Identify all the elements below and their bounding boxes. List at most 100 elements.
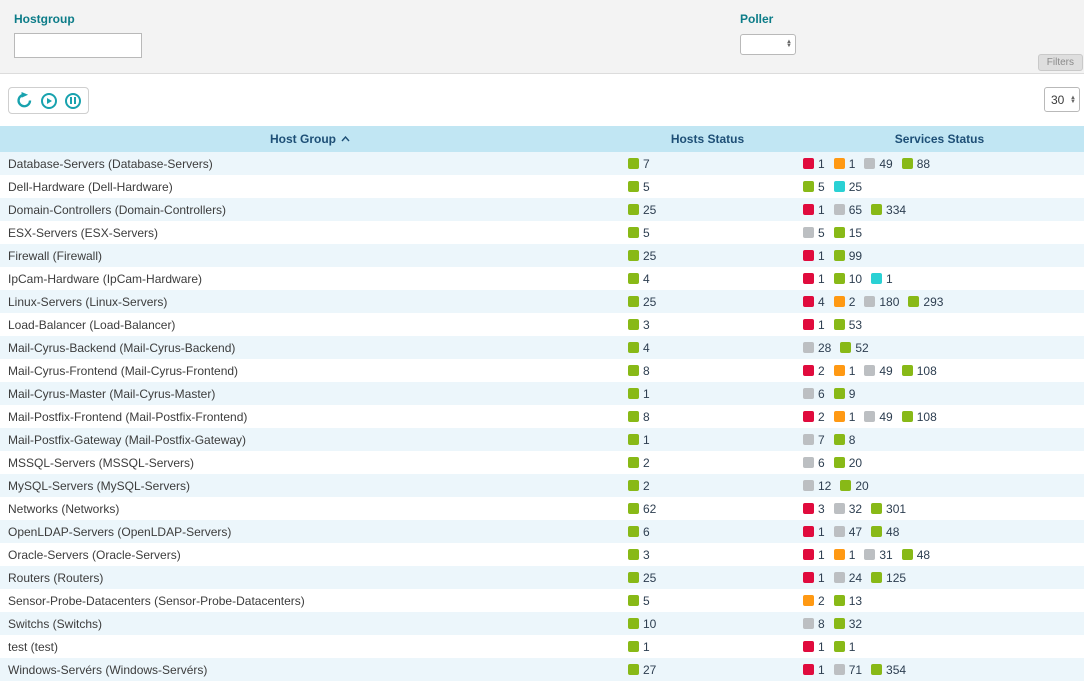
status-count: 2 [818, 594, 825, 608]
hosts-status-cell: 5 [620, 175, 795, 198]
services-status-cell: 525 [795, 175, 1084, 198]
hosts-status-cell: 3 [620, 543, 795, 566]
status-badge-green [834, 273, 845, 284]
hostgroup-name-link[interactable]: Domain-Controllers (Domain-Controllers) [0, 198, 620, 221]
sort-asc-icon [341, 136, 350, 142]
hostgroup-name-link[interactable]: IpCam-Hardware (IpCam-Hardware) [0, 267, 620, 290]
play-button[interactable] [40, 92, 57, 109]
services-status-cell: 515 [795, 221, 1084, 244]
status-badge-green [628, 480, 639, 491]
table-row: OpenLDAP-Servers (OpenLDAP-Servers)61474… [0, 520, 1084, 543]
filters-button[interactable]: Filters [1038, 54, 1083, 71]
status-count: 354 [886, 663, 906, 677]
status-badge-green [871, 503, 882, 514]
hostgroup-name-link[interactable]: ESX-Servers (ESX-Servers) [0, 221, 620, 244]
status-count: 108 [917, 364, 937, 378]
status-badge-cyan [834, 181, 845, 192]
hostgroup-name-link[interactable]: MySQL-Servers (MySQL-Servers) [0, 474, 620, 497]
services-status-cell: 199 [795, 244, 1084, 267]
services-status-cell: 69 [795, 382, 1084, 405]
status-count: 293 [923, 295, 943, 309]
status-count: 6 [818, 456, 825, 470]
status-count: 25 [643, 203, 656, 217]
hostgroup-name-link[interactable]: Linux-Servers (Linux-Servers) [0, 290, 620, 313]
hostgroup-name-link[interactable]: Dell-Hardware (Dell-Hardware) [0, 175, 620, 198]
hostgroup-input[interactable] [14, 33, 142, 58]
status-badge-red [803, 273, 814, 284]
status-badge-red [803, 296, 814, 307]
status-badge-green [628, 572, 639, 583]
hostgroup-name-link[interactable]: Mail-Postfix-Frontend (Mail-Postfix-Fron… [0, 405, 620, 428]
refresh-button[interactable] [16, 92, 33, 109]
status-count: 5 [643, 226, 650, 240]
status-badge-green [834, 319, 845, 330]
status-count: 1 [643, 387, 650, 401]
services-status-cell: 78 [795, 428, 1084, 451]
table-row: Mail-Cyrus-Master (Mail-Cyrus-Master) 1 69 [0, 382, 1084, 405]
status-badge-green [902, 158, 913, 169]
status-count: 1 [818, 157, 825, 171]
table-row: MSSQL-Servers (MSSQL-Servers)2620 [0, 451, 1084, 474]
status-count: 8 [818, 617, 825, 631]
status-badge-green [628, 434, 639, 445]
status-badge-green [628, 595, 639, 606]
status-count: 47 [849, 525, 862, 539]
hosts-status-cell: 62 [620, 497, 795, 520]
page-size-select[interactable]: 30 ▲▼ [1044, 87, 1080, 112]
status-badge-gray [803, 618, 814, 629]
hostgroup-label: Hostgroup [14, 12, 142, 26]
status-badge-orange [834, 296, 845, 307]
hostgroup-name-link[interactable]: Mail-Cyrus-Master (Mail-Cyrus-Master) [0, 382, 620, 405]
hostgroup-name-link[interactable]: Load-Balancer (Load-Balancer) [0, 313, 620, 336]
status-count: 1 [818, 203, 825, 217]
column-header-host-group[interactable]: Host Group [0, 132, 620, 146]
status-count: 1 [643, 640, 650, 654]
status-count: 6 [643, 525, 650, 539]
hostgroup-name-link[interactable]: Sensor-Probe-Datacenters (Sensor-Probe-D… [0, 589, 620, 612]
hostgroup-name-link[interactable]: Mail-Cyrus-Frontend (Mail-Cyrus-Frontend… [0, 359, 620, 382]
hostgroup-name-link[interactable]: OpenLDAP-Servers (OpenLDAP-Servers) [0, 520, 620, 543]
status-badge-green [628, 273, 639, 284]
status-badge-orange [834, 411, 845, 422]
hosts-status-cell: 8 [620, 405, 795, 428]
services-status-cell: 124125 [795, 566, 1084, 589]
status-count: 5 [643, 180, 650, 194]
pause-button[interactable] [64, 92, 81, 109]
status-count: 334 [886, 203, 906, 217]
hostgroup-name-link[interactable]: Networks (Networks) [0, 497, 620, 520]
poller-select[interactable]: ▲▼ [740, 34, 796, 55]
status-badge-green [834, 388, 845, 399]
status-badge-red [803, 572, 814, 583]
hostgroup-name-link[interactable]: Windows-Servérs (Windows-Servérs) [0, 658, 620, 681]
hostgroup-name-link[interactable]: Switchs (Switchs) [0, 612, 620, 635]
table-row: Mail-Postfix-Frontend (Mail-Postfix-Fron… [0, 405, 1084, 428]
hosts-status-cell: 6 [620, 520, 795, 543]
hostgroup-name-link[interactable]: MSSQL-Servers (MSSQL-Servers) [0, 451, 620, 474]
hostgroup-name-link[interactable]: Mail-Postfix-Gateway (Mail-Postfix-Gatew… [0, 428, 620, 451]
column-header-hosts-status[interactable]: Hosts Status [620, 132, 795, 146]
status-badge-green [628, 549, 639, 560]
status-badge-green [628, 204, 639, 215]
hostgroup-name-link[interactable]: test (test) [0, 635, 620, 658]
status-badge-green [871, 664, 882, 675]
status-count: 32 [849, 502, 862, 516]
hosts-status-cell: 1 [620, 382, 795, 405]
hostgroup-name-link[interactable]: Routers (Routers) [0, 566, 620, 589]
hostgroup-name-link[interactable]: Firewall (Firewall) [0, 244, 620, 267]
status-badge-red [803, 365, 814, 376]
status-count: 31 [879, 548, 892, 562]
column-header-services-status[interactable]: Services Status [795, 132, 1084, 146]
hostgroup-name-link[interactable]: Mail-Cyrus-Backend (Mail-Cyrus-Backend) [0, 336, 620, 359]
status-count: 5 [818, 180, 825, 194]
select-spinner-icon: ▲▼ [1070, 96, 1076, 104]
status-count: 99 [849, 249, 862, 263]
hosts-status-cell: 27 [620, 658, 795, 681]
status-count: 180 [879, 295, 899, 309]
status-badge-gray [803, 388, 814, 399]
hostgroup-name-link[interactable]: Database-Servers (Database-Servers) [0, 152, 620, 175]
play-icon [41, 93, 57, 109]
status-badge-orange [803, 595, 814, 606]
hostgroup-name-link[interactable]: Oracle-Servers (Oracle-Servers) [0, 543, 620, 566]
toolbar: 30 ▲▼ [0, 74, 1084, 126]
page-size-value: 30 [1051, 93, 1064, 107]
